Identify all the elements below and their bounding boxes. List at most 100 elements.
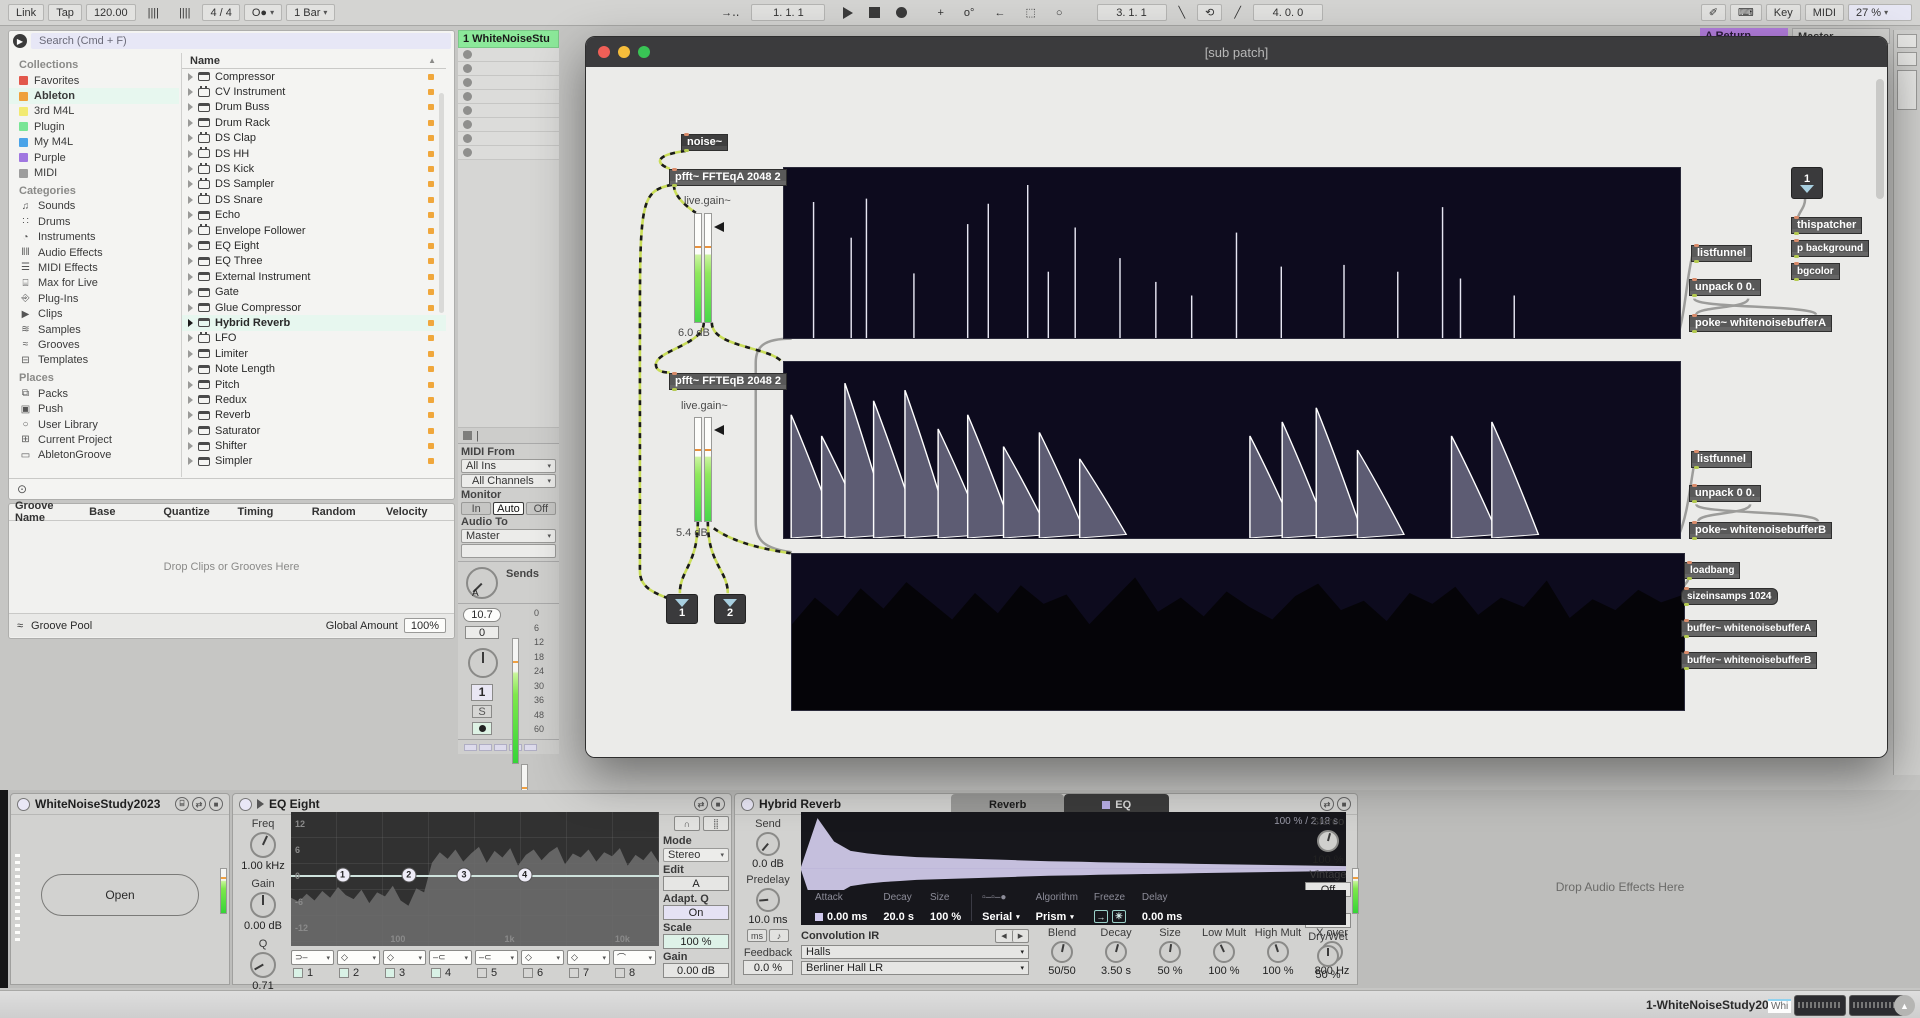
list-item-device[interactable]: DS Clap [182,131,446,146]
stop-clip-icon[interactable] [463,431,472,440]
track-activator-button[interactable]: 1 [471,684,493,701]
browser-collapse-icon[interactable]: ▶ [13,34,27,48]
crossfade-strip[interactable] [458,740,559,754]
expander-icon[interactable] [188,165,193,173]
eq-analyze-button[interactable]: ⸽⸽ [703,816,729,831]
zoom-icon[interactable] [638,46,650,58]
live-gain-a-slider[interactable] [694,213,712,323]
filter-type-select[interactable]: –⊂▾ [475,950,518,965]
stop-button[interactable] [869,7,880,18]
ir-category-select[interactable]: Halls▾ [801,945,1029,959]
poke-b-object[interactable]: poke~ whitenoisebufferB [1689,522,1832,539]
list-item-device[interactable]: Redux [182,392,446,407]
clip-slot[interactable] [458,76,559,90]
loop-start-field[interactable]: 3. 1. 1 [1097,4,1167,21]
dock-reveal-icon[interactable]: ▲ [1894,995,1915,1016]
master-widget[interactable] [1897,70,1917,110]
expander-icon[interactable] [188,103,193,111]
expander-icon[interactable] [188,211,193,219]
list-item-device[interactable]: Hybrid Reverb [182,315,446,330]
list-item-device[interactable]: EQ Three [182,254,446,269]
list-item-device[interactable]: Drum Rack [182,115,446,130]
sidebar-item-category[interactable]: ≋ Samples [19,322,179,337]
band-enable-checkbox[interactable] [523,968,533,978]
routing-select[interactable]: Serial [982,911,1012,923]
drywet-value[interactable]: 50 % [1301,969,1355,981]
master-widget[interactable] [1897,52,1917,66]
sidebar-item-place[interactable]: ○ User Library [19,417,179,432]
prev-ir-button[interactable]: ◀ [996,930,1012,942]
knob[interactable] [1159,941,1181,963]
audio-to-select[interactable]: Master▾ [461,529,556,543]
band-enable-checkbox[interactable] [293,968,303,978]
groove-column-header[interactable]: Random [306,506,380,518]
time-signature-field[interactable]: 4 / 4 [202,4,239,21]
quantize-menu[interactable]: 1 Bar▾ [286,4,335,21]
patcher-canvas[interactable]: noise~ pfft~ FFTEqA 2048 2 live.gain~ 6.… [586,67,1887,758]
window-chip[interactable]: Whi [1768,999,1791,1013]
volume-field[interactable]: 10.7 [463,608,501,622]
sidebar-item-category[interactable]: ☰ MIDI Effects [19,260,179,275]
band-enable-checkbox[interactable] [431,968,441,978]
live-gain-a-value[interactable]: 6.0 dB [678,327,710,339]
clip-slot[interactable] [458,146,559,160]
save-preset-icon[interactable]: ■ [1337,797,1351,811]
clip-slot[interactable] [458,118,559,132]
clip-stop-icon[interactable] [463,50,472,59]
groove-column-header[interactable]: Quantize [157,506,231,518]
unpack-b-object[interactable]: unpack 0 0. [1689,485,1761,502]
knob[interactable] [1105,941,1127,963]
hot-swap-icon[interactable]: ⇄ [1320,797,1334,811]
midi-from-select[interactable]: All Ins▾ [461,459,556,473]
eq-spectrum-display[interactable]: 1234 1260-6-12 1001k10k [291,812,659,946]
sidebar-item-collection[interactable]: Plugin [19,119,179,134]
attack-checkbox[interactable] [815,913,823,921]
outlet-2[interactable]: 2 [714,594,746,624]
sidebar-item-place[interactable]: ▣ Push [19,401,179,416]
expander-icon[interactable] [188,73,193,81]
master-widget[interactable] [1897,34,1917,48]
sidebar-item-category[interactable]: ⎆ Plug-Ins [19,291,179,306]
list-item-device[interactable]: Drum Buss [182,100,446,115]
expander-icon[interactable] [188,119,193,127]
pan-field[interactable]: 0 [465,626,499,639]
q-knob[interactable] [250,952,276,978]
predelay-knob[interactable] [756,888,780,912]
sidebar-item-category[interactable]: ◔ Instruments [19,230,179,245]
thispatcher-object[interactable]: thispatcher [1791,217,1862,234]
drywet-knob[interactable] [1317,945,1339,967]
feedback-field[interactable]: 0.0 % [743,960,793,975]
eq-filter-node[interactable]: 2 [401,867,416,882]
freq-value[interactable]: 1.00 kHz [237,860,289,872]
note-mode-button[interactable]: ♪ [769,929,789,942]
freq-knob[interactable] [250,832,276,858]
global-amount-field[interactable]: 100% [404,618,446,633]
freeze-button[interactable]: ✳ [1112,910,1126,923]
list-item-device[interactable]: DS Snare [182,192,446,207]
nudge-up-icon[interactable]: |||| [171,4,198,21]
sidebar-item-category[interactable]: ▶ Clips [19,306,179,321]
loop-length-field[interactable]: 4. 0. 0 [1253,4,1323,21]
sidebar-item-category[interactable]: ⊟ Templates [19,353,179,368]
loop-button[interactable]: ⟲ [1197,4,1222,21]
clip-stop-icon[interactable] [463,134,472,143]
monitor-option-button[interactable]: Auto [493,502,523,515]
eq-audition-button[interactable]: ∩ [674,816,700,831]
output-gain-field[interactable]: 0.00 dB [663,963,729,978]
overdub-button[interactable]: + [929,4,951,21]
list-item-device[interactable]: Limiter [182,346,446,361]
solo-button[interactable]: S [472,705,492,718]
expander-icon[interactable] [188,180,193,188]
device-activator[interactable] [239,798,252,811]
band-enable-checkbox[interactable] [615,968,625,978]
list-item-device[interactable]: Echo [182,208,446,223]
arm-button[interactable] [472,722,492,735]
sidebar-item-collection[interactable]: Favorites [19,73,179,88]
pfft-b-object[interactable]: pfft~ FFTEqB 2048 2 [669,373,787,390]
next-ir-button[interactable]: ▶ [1012,930,1028,942]
search-input[interactable]: Search (Cmd + F) [31,33,451,49]
drop-audio-effects-zone[interactable]: Drop Audio Effects Here [1380,880,1860,894]
buffer-a-object[interactable]: buffer~ whitenoisebufferA [1681,620,1817,637]
link-button[interactable]: Link [8,4,44,21]
listfunnel-b-object[interactable]: listfunnel [1691,451,1752,468]
